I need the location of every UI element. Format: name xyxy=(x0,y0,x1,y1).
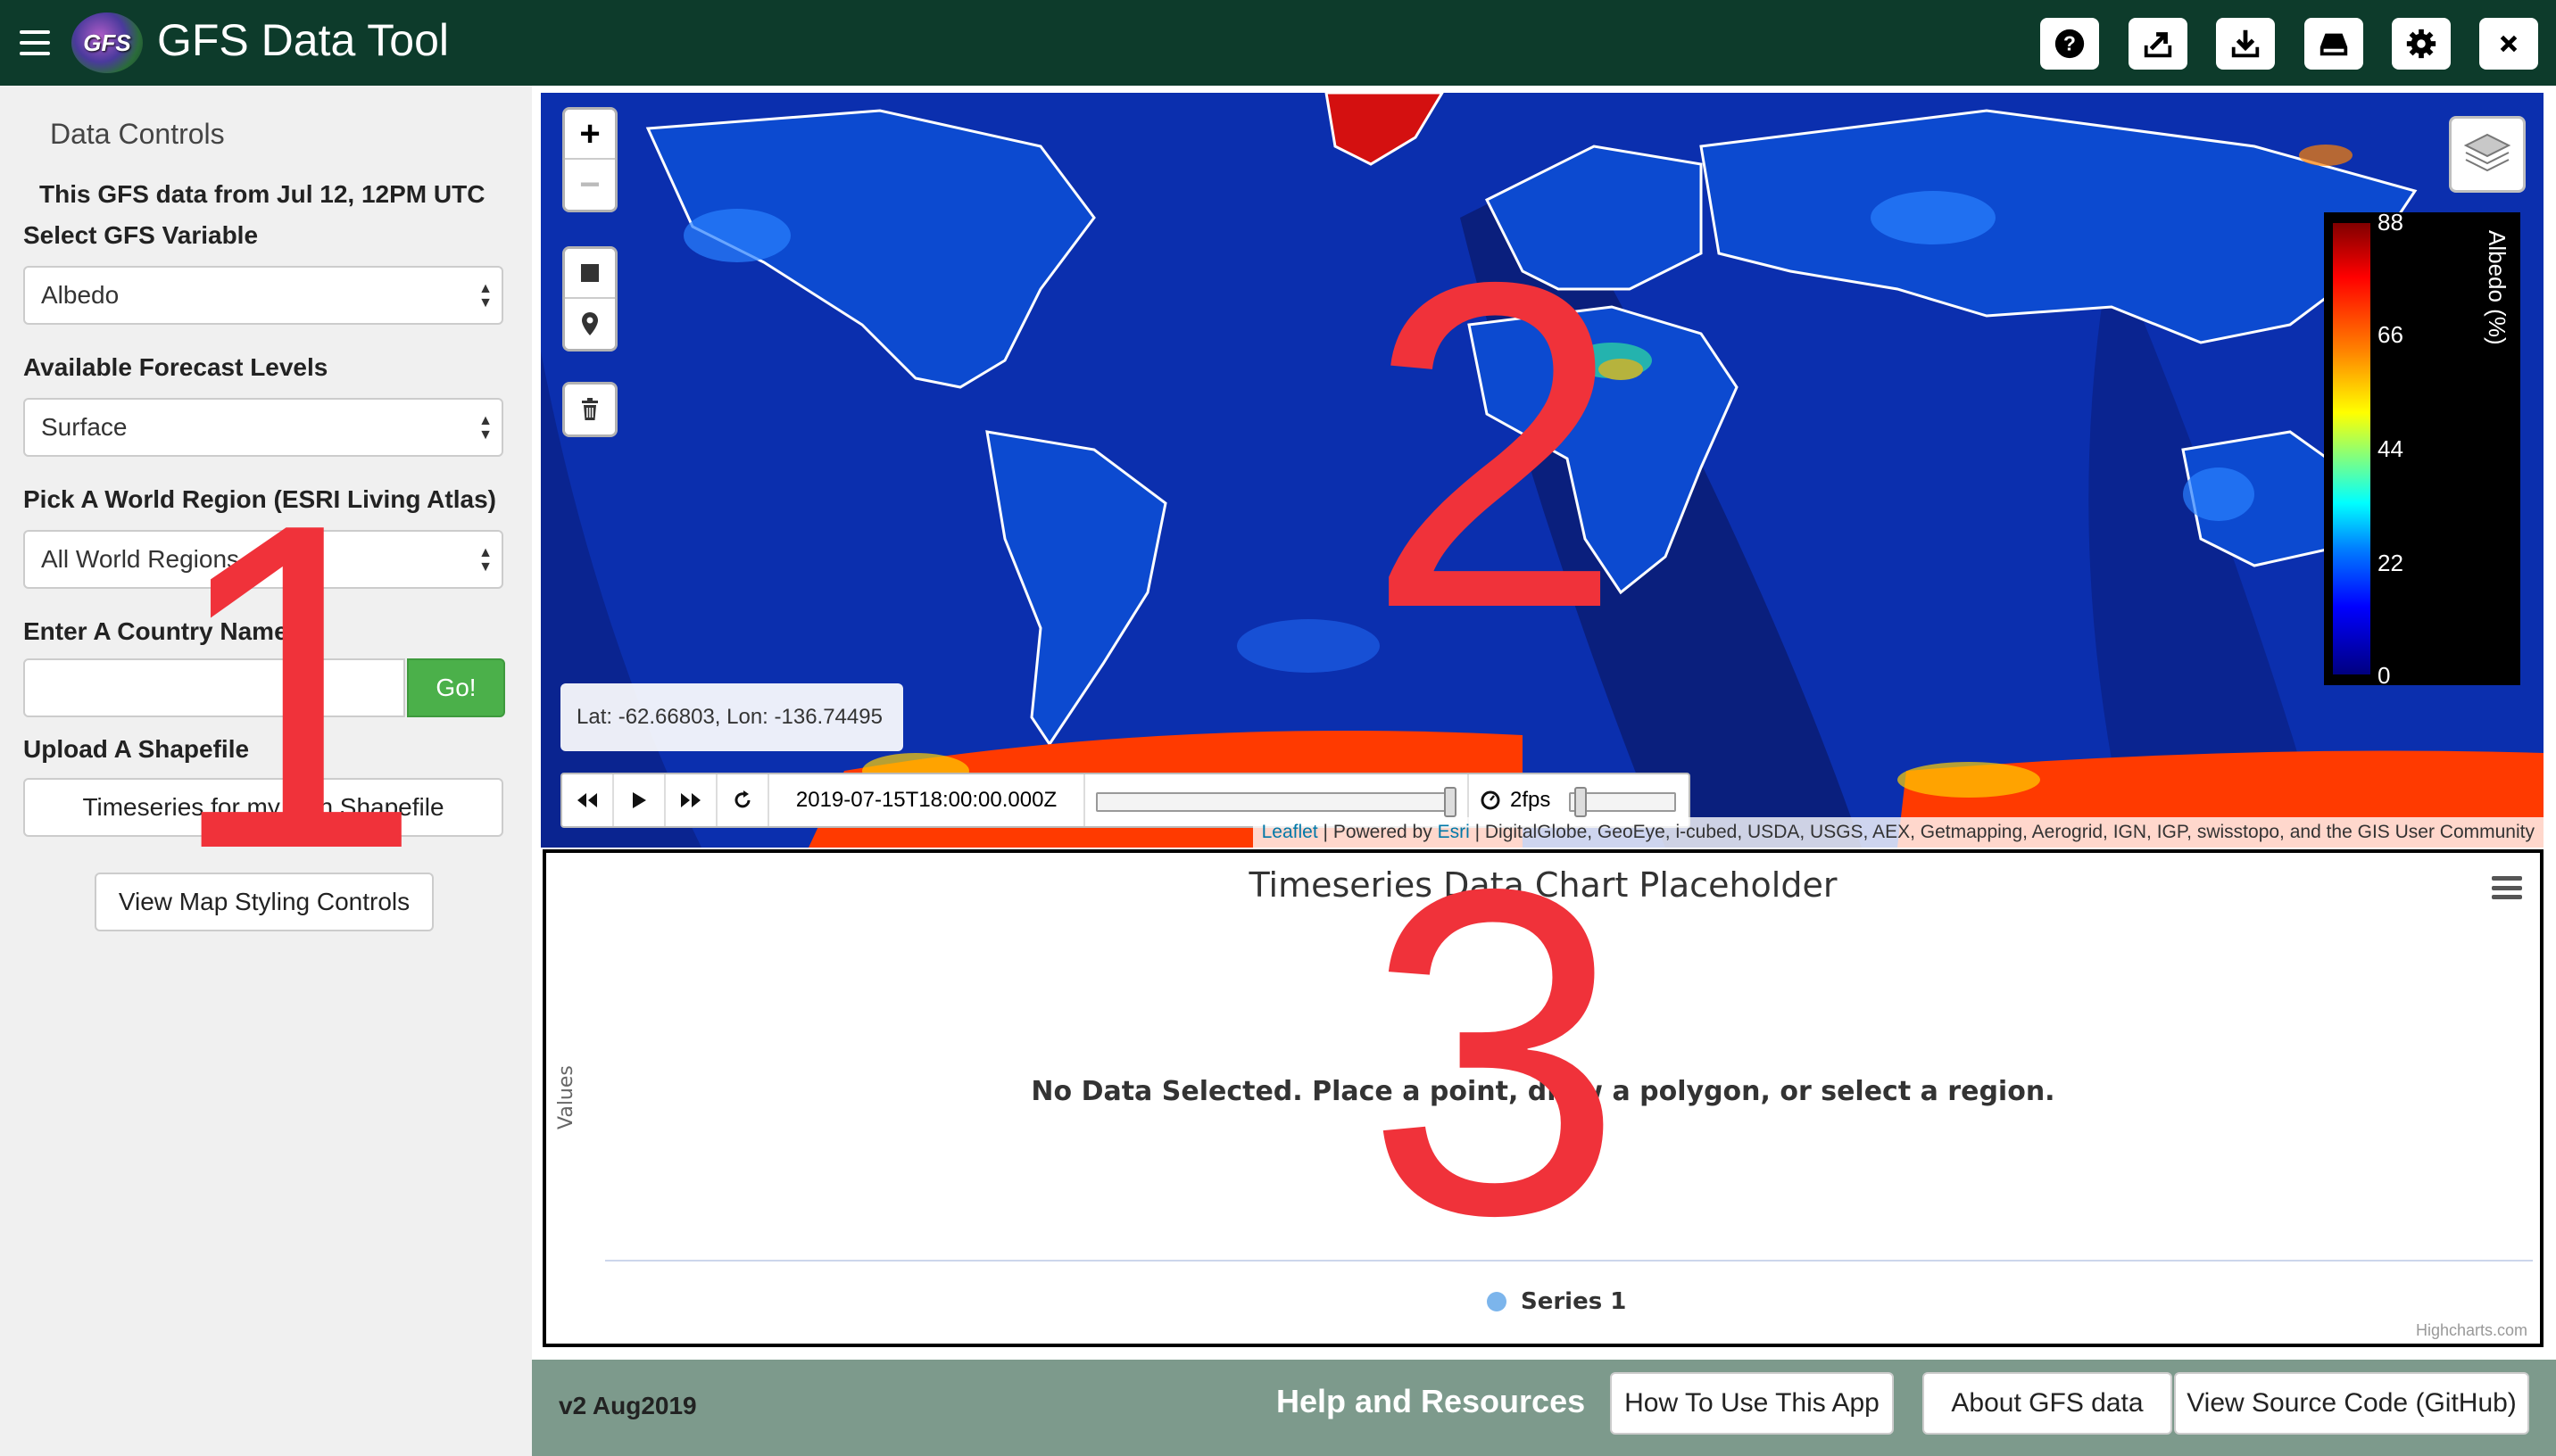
refresh-icon xyxy=(734,790,751,808)
x-axis-line xyxy=(605,1260,2533,1262)
country-input[interactable] xyxy=(23,658,405,717)
download-button[interactable] xyxy=(2216,18,2275,70)
timeseries-chart: Timeseries Data Chart Placeholder Values… xyxy=(543,849,2544,1347)
fast-forward-icon xyxy=(681,793,701,807)
settings-button[interactable] xyxy=(2392,18,2451,70)
chart-menu-icon[interactable] xyxy=(2492,876,2522,899)
go-button[interactable]: Go! xyxy=(407,658,505,717)
source-code-button[interactable]: View Source Code (GitHub) xyxy=(2174,1372,2529,1435)
layers-button[interactable] xyxy=(2449,116,2526,193)
shapefile-label: Upload A Shapefile xyxy=(23,735,250,763)
map-attribution: Leaflet | Powered by Esri | DigitalGlobe… xyxy=(1252,817,2544,848)
shapefile-timeseries-button[interactable]: Timeseries for my own Shapefile xyxy=(23,778,503,837)
fps-slider-thumb[interactable] xyxy=(1574,787,1587,817)
zoom-out-button[interactable]: − xyxy=(565,160,615,210)
hamburger-menu-icon[interactable] xyxy=(20,30,50,55)
series-name: Series 1 xyxy=(1521,1288,1627,1315)
drive-button[interactable] xyxy=(2304,18,2363,70)
speedometer-icon xyxy=(1481,790,1500,810)
how-to-button[interactable]: How To Use This App xyxy=(1610,1372,1894,1435)
map-view[interactable]: + − 88 66 44 22 0 Albedo (%) Lat: -62.66… xyxy=(541,93,2544,848)
time-slider-track xyxy=(1096,792,1455,812)
rewind-icon xyxy=(577,793,597,807)
legend-tick: 66 xyxy=(2378,321,2403,348)
help-title: Help and Resources xyxy=(1276,1383,1586,1419)
series-color-dot xyxy=(1487,1292,1506,1311)
draw-rectangle-button[interactable] xyxy=(565,249,615,299)
select-arrows-icon: ▲ ▼ xyxy=(478,545,493,575)
levels-select-value: Surface xyxy=(41,413,128,441)
timestamp-display: 2019-07-15T18:00:00.000Z xyxy=(769,774,1085,826)
export-icon xyxy=(2144,32,2172,58)
legend-tick: 88 xyxy=(2378,209,2403,236)
latlon-readout: Lat: -62.66803, Lon: -136.74495 xyxy=(560,683,903,751)
leaflet-link[interactable]: Leaflet xyxy=(1262,822,1318,843)
region-label: Pick A World Region (ESRI Living Atlas) xyxy=(23,485,496,513)
help-button[interactable]: ? xyxy=(2040,18,2099,70)
play-icon xyxy=(633,792,646,808)
powered-by-text: | Powered by xyxy=(1323,822,1432,842)
help-icon: ? xyxy=(2054,29,2085,59)
levels-label: Available Forecast Levels xyxy=(23,353,328,381)
albedo-color-legend: 88 66 44 22 0 Albedo (%) xyxy=(2324,209,2520,689)
gear-icon xyxy=(2406,29,2436,59)
square-icon xyxy=(581,264,599,282)
map-marker-icon xyxy=(582,312,598,335)
play-button[interactable] xyxy=(614,774,666,826)
footer-bar: v2 Aug2019 Help and Resources How To Use… xyxy=(532,1360,2556,1456)
data-date-text: This GFS data from Jul 12, 12PM UTC xyxy=(39,180,485,208)
chart-title: Timeseries Data Chart Placeholder xyxy=(1249,865,1838,905)
select-arrows-icon: ▲ ▼ xyxy=(478,281,493,310)
map-styling-button[interactable]: View Map Styling Controls xyxy=(95,873,434,931)
loop-button[interactable] xyxy=(718,774,769,826)
legend-series-1[interactable]: Series 1 xyxy=(1487,1288,1626,1315)
data-controls-panel: Data Controls This GFS data from Jul 12,… xyxy=(0,86,532,1456)
app-title: GFS Data Tool xyxy=(157,15,450,65)
download-icon xyxy=(2231,29,2260,58)
version-text: v2 Aug2019 xyxy=(559,1392,697,1419)
variable-select[interactable]: Albedo ▲ ▼ xyxy=(23,266,503,325)
delete-layers-button[interactable] xyxy=(565,385,615,434)
country-label: Enter A Country Name xyxy=(23,617,288,645)
zoom-control: + − xyxy=(562,107,618,212)
layers-icon xyxy=(2463,133,2511,172)
export-button[interactable] xyxy=(2129,18,2187,70)
zoom-in-button[interactable]: + xyxy=(565,110,615,160)
step-forward-button[interactable] xyxy=(666,774,718,826)
legend-tick: 44 xyxy=(2378,435,2403,462)
region-select-value: All World Regions xyxy=(41,545,240,573)
draw-marker-button[interactable] xyxy=(565,299,615,349)
gfs-logo: GFS xyxy=(71,12,143,73)
fps-label: 2fps xyxy=(1510,788,1551,812)
legend-title: Albedo (%) xyxy=(2484,230,2510,345)
svg-text:?: ? xyxy=(2063,32,2076,55)
draw-control xyxy=(562,246,618,352)
close-icon xyxy=(2500,35,2518,53)
esri-link[interactable]: Esri xyxy=(1438,822,1470,843)
drive-icon xyxy=(2319,33,2348,56)
no-data-message: No Data Selected. Place a point, draw a … xyxy=(1031,1076,2055,1107)
variable-label: Select GFS Variable xyxy=(23,221,259,249)
app-root: GFS GFS Data Tool ? Data Controls This G… xyxy=(0,0,2556,1456)
delete-control xyxy=(562,382,618,437)
region-select[interactable]: All World Regions ▲ ▼ xyxy=(23,530,503,589)
legend-tick: 0 xyxy=(2378,662,2391,689)
top-bar: GFS GFS Data Tool ? xyxy=(0,0,2556,86)
about-gfs-button[interactable]: About GFS data xyxy=(1922,1372,2172,1435)
highcharts-credits[interactable]: Highcharts.com xyxy=(2416,1321,2527,1340)
select-arrows-icon: ▲ ▼ xyxy=(478,413,493,443)
step-backward-button[interactable] xyxy=(562,774,614,826)
legend-tick: 22 xyxy=(2378,550,2403,576)
logo-text: GFS xyxy=(83,29,131,56)
close-button[interactable] xyxy=(2479,18,2538,70)
trash-icon xyxy=(582,398,598,420)
attribution-sources: | DigitalGlobe, GeoEye, i-cubed, USDA, U… xyxy=(1474,822,2535,842)
variable-select-value: Albedo xyxy=(41,281,120,309)
panel-title: Data Controls xyxy=(50,118,225,150)
levels-select[interactable]: Surface ▲ ▼ xyxy=(23,398,503,457)
time-slider-thumb[interactable] xyxy=(1444,787,1456,817)
legend-color-bar xyxy=(2333,223,2370,674)
